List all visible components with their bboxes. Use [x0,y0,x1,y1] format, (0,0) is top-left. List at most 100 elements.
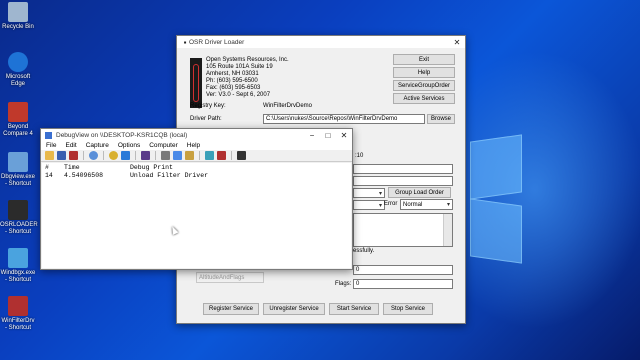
debugview-log[interactable]: # Time Debug Print 14 4.54096508 Unload … [42,163,351,268]
desktop-icon-label: Microsoft Edge [5,74,31,87]
browse-button[interactable]: Browse [427,114,455,124]
minimize-icon[interactable]: − [304,129,320,141]
menu-file[interactable]: File [46,142,56,149]
toolbar-separator [103,151,104,160]
flags-value[interactable]: 0 [353,279,453,289]
altitude-value[interactable]: 0 [353,265,453,275]
dbgview-icon [8,152,28,172]
error-label: Error [384,201,398,207]
company-line: Open Systems Resources, Inc. [206,57,289,63]
clear-icon[interactable] [141,151,150,160]
company-line: Fax: (603) 595-6503 [206,85,261,91]
find-icon[interactable] [89,151,98,160]
menu-capture[interactable]: Capture [86,142,109,149]
toolbar-separator [83,151,84,160]
open-icon[interactable] [45,151,54,160]
arrow-icon[interactable] [121,151,130,160]
company-line: Amherst, NH 03031 [206,71,259,77]
menu-edit[interactable]: Edit [65,142,76,149]
company-line: Ph: (603) 595-6500 [206,78,258,84]
start-type-combo[interactable] [353,188,385,198]
driver-path-field[interactable]: C:\Users\nukes\Source\Repos\WinFilterDrv… [263,114,425,124]
service-group-order-button[interactable]: ServiceGroupOrder [393,80,455,91]
toolbar-separator [135,151,136,160]
recycle-bin-icon [8,2,28,22]
status-text: essfully. [353,248,375,254]
desktop-icon-winfilterdrv[interactable]: WinFilterDrv - Shortcut [0,296,36,332]
save-icon[interactable] [57,151,66,160]
windbg-icon [8,248,28,268]
register-service-button[interactable]: Register Service [203,303,259,315]
menu-computer[interactable]: Computer [149,142,178,149]
connect-icon[interactable] [205,151,214,160]
active-services-button[interactable]: Active Services [393,93,455,104]
desktop-icon-label: OSRLOADER - Shortcut [0,222,38,235]
log-header: # Time Debug Print [42,163,351,171]
app-icon: ▪ [183,37,187,47]
capture-icon[interactable] [109,151,118,160]
close-icon[interactable]: ✕ [449,36,465,48]
edge-icon [8,52,28,72]
desktop-icon-label: Dbgview.exe - Shortcut [0,174,36,187]
osr-title: OSR Driver Loader [189,38,245,46]
desktop-icon-dbgview[interactable]: Dbgview.exe - Shortcut [0,152,36,188]
log-row-time: 4.54096508 [64,171,104,179]
windows-logo-pane [470,198,522,264]
output-list[interactable] [353,213,453,247]
close-icon[interactable]: ✕ [336,129,352,141]
driver-path-label: Driver Path: [190,116,222,122]
version-label: Ver: V3.0 - Sept 6, 2007 [206,92,271,98]
input-field[interactable] [353,176,453,186]
flags-label: Flags: [335,281,352,287]
debugview-app-icon [45,131,52,139]
debugview-window: DebugView on \\DESKTOP-KSR1CQB (local) −… [40,128,353,270]
osr-logo [190,58,202,108]
desktop-icon-edge[interactable]: Microsoft Edge [0,52,36,88]
binoculars-icon[interactable] [237,151,246,160]
registry-key-label: Registry Key: [190,103,226,109]
column-header-number[interactable]: # [42,164,64,171]
error-combo[interactable]: Normal [400,199,453,210]
toolbar-separator [155,151,156,160]
unregister-service-button[interactable]: Unregister Service [263,303,325,315]
log-row[interactable]: 14 4.54096508 Unload Filter Driver [42,171,351,179]
menu-options[interactable]: Options [118,142,140,149]
group-load-order-button[interactable]: Group Load Order [388,187,451,198]
log-row-text: Unload Filter Driver [130,171,209,179]
column-header-debug-print[interactable]: Debug Print [130,164,173,171]
debugview-menubar: File Edit Capture Options Computer Help [41,141,352,150]
debugview-title: DebugView on \\DESKTOP-KSR1CQB (local) [56,131,188,139]
desktop-icon-label: WinFilterDrv - Shortcut [1,318,35,331]
desktop-icon-label: Windbgx.exe - Shortcut [0,270,36,283]
column-header-time[interactable]: Time [64,164,130,171]
exit-button[interactable]: Exit [393,54,455,65]
osr-titlebar: ▪ OSR Driver Loader ✕ [177,36,465,48]
osrloader-icon [8,200,28,220]
beyond-compare-icon [8,102,28,122]
windows-logo-pane [470,134,522,200]
debugview-toolbar [41,150,352,162]
desktop-icon-recycle-bin[interactable]: Recycle Bin [0,2,36,31]
maximize-icon[interactable]: □ [320,129,336,141]
desktop-icon-beyond-compare[interactable]: Beyond Compare 4 [0,102,36,138]
filter-icon[interactable] [161,151,170,160]
history-icon[interactable] [185,151,194,160]
type-combo[interactable] [353,200,385,210]
save-as-icon[interactable] [69,151,78,160]
toolbar-separator [231,151,232,160]
stop-service-button[interactable]: Stop Service [383,303,433,315]
log-row-number: 14 [45,171,53,179]
desktop-icon-label: Beyond Compare 4 [3,124,33,137]
output-scrollbar[interactable] [443,214,452,246]
highlight-icon[interactable] [173,151,182,160]
desktop-icon-label: Recycle Bin [2,24,34,30]
partial-value: :10 [355,153,364,159]
input-field[interactable] [353,164,453,174]
desktop-icon-windbg[interactable]: Windbgx.exe - Shortcut [0,248,36,284]
pin-icon[interactable] [217,151,226,160]
desktop-icon-osrloader[interactable]: OSRLOADER - Shortcut [0,200,38,236]
help-button[interactable]: Help [393,67,455,78]
start-service-button[interactable]: Start Service [329,303,379,315]
menu-help[interactable]: Help [187,142,200,149]
altitude-field[interactable]: AltitudeAndFlags [196,272,264,283]
